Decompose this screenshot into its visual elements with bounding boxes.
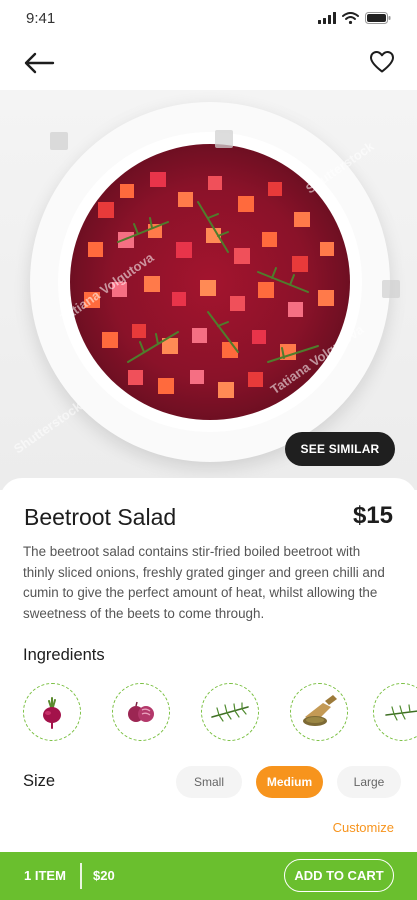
details-sheet: Beetroot Salad $15 The beetroot salad co… [0, 478, 417, 852]
beetroot-icon [43, 697, 61, 729]
cart-total: $20 [93, 868, 115, 883]
arrow-left-icon [24, 52, 55, 74]
ingredient-item[interactable] [112, 683, 170, 741]
cart-bar: 1 ITEM $20 ADD TO CART [0, 852, 417, 900]
dill-icon [211, 702, 249, 722]
size-label: Size [23, 772, 56, 790]
back-button[interactable] [22, 48, 56, 78]
watermark-mark [382, 280, 400, 298]
watermark-text: Shutterstock [10, 398, 85, 457]
ingredients-list [23, 683, 417, 743]
top-bar [0, 38, 417, 90]
size-option-small[interactable]: Small [176, 766, 242, 798]
status-time: 9:41 [26, 10, 56, 27]
status-icons [318, 12, 391, 24]
heart-icon [370, 51, 394, 73]
dish-title: Beetroot Salad [24, 504, 177, 530]
cart-item-count: 1 ITEM [24, 868, 66, 883]
divider [80, 863, 82, 889]
ingredient-item[interactable] [23, 683, 81, 741]
battery-icon [365, 12, 391, 24]
wifi-icon [342, 12, 359, 24]
watermark-mark [215, 130, 233, 148]
size-option-large[interactable]: Large [337, 766, 401, 798]
signal-icon [318, 12, 336, 24]
red-onion-icon [128, 701, 154, 722]
status-bar: 9:41 [0, 0, 417, 38]
ingredient-item[interactable] [290, 683, 348, 741]
see-similar-button[interactable]: SEE SIMILAR [285, 432, 395, 466]
dish-description: The beetroot salad contains stir-fried b… [23, 544, 385, 621]
watermark-mark [50, 132, 68, 150]
cumin-icon [303, 695, 337, 726]
customize-link[interactable]: Customize [333, 820, 394, 835]
ingredients-heading: Ingredients [23, 646, 105, 664]
ingredient-item[interactable] [373, 683, 417, 741]
herb-icon [385, 704, 417, 721]
dish-price: $15 [352, 502, 393, 529]
add-to-cart-button[interactable]: ADD TO CART [284, 859, 394, 892]
size-option-medium[interactable]: Medium [256, 766, 323, 798]
favorite-button[interactable] [367, 47, 397, 77]
dish-image: Shutterstock Tatiana Volgutova Tatiana V… [0, 90, 417, 490]
ingredient-item[interactable] [201, 683, 259, 741]
